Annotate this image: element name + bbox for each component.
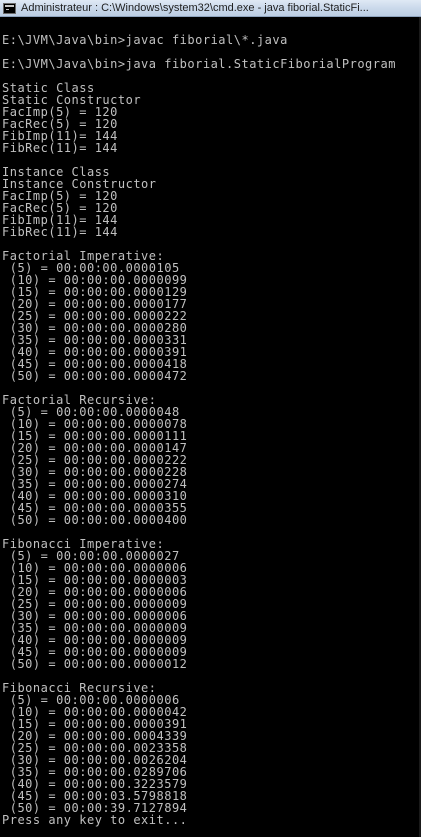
window-title: Administrateur : C:\Windows\system32\cmd…: [21, 2, 369, 14]
console-line: (50) = 00:00:00.0000012: [2, 657, 188, 671]
cmd-window: Administrateur : C:\Windows\system32\cmd…: [0, 0, 421, 837]
console-line: E:\JVM\Java\bin>java fiborial.StaticFibo…: [2, 57, 396, 71]
console-line: FibRec(11)= 144: [2, 141, 118, 155]
title-bar[interactable]: Administrateur : C:\Windows\system32\cmd…: [0, 0, 421, 17]
console-line: FibRec(11)= 144: [2, 225, 118, 239]
cmd-console-icon[interactable]: [3, 2, 16, 14]
console-output[interactable]: E:\JVM\Java\bin>javac fiborial\*.java E:\…: [2, 22, 419, 835]
console-line: E:\JVM\Java\bin>javac fiborial\*.java: [2, 33, 288, 47]
console-line: (50) = 00:00:00.0000400: [2, 513, 188, 527]
console-line: Press any key to exit...: [2, 813, 188, 827]
console-line: (50) = 00:00:00.0000472: [2, 369, 188, 383]
